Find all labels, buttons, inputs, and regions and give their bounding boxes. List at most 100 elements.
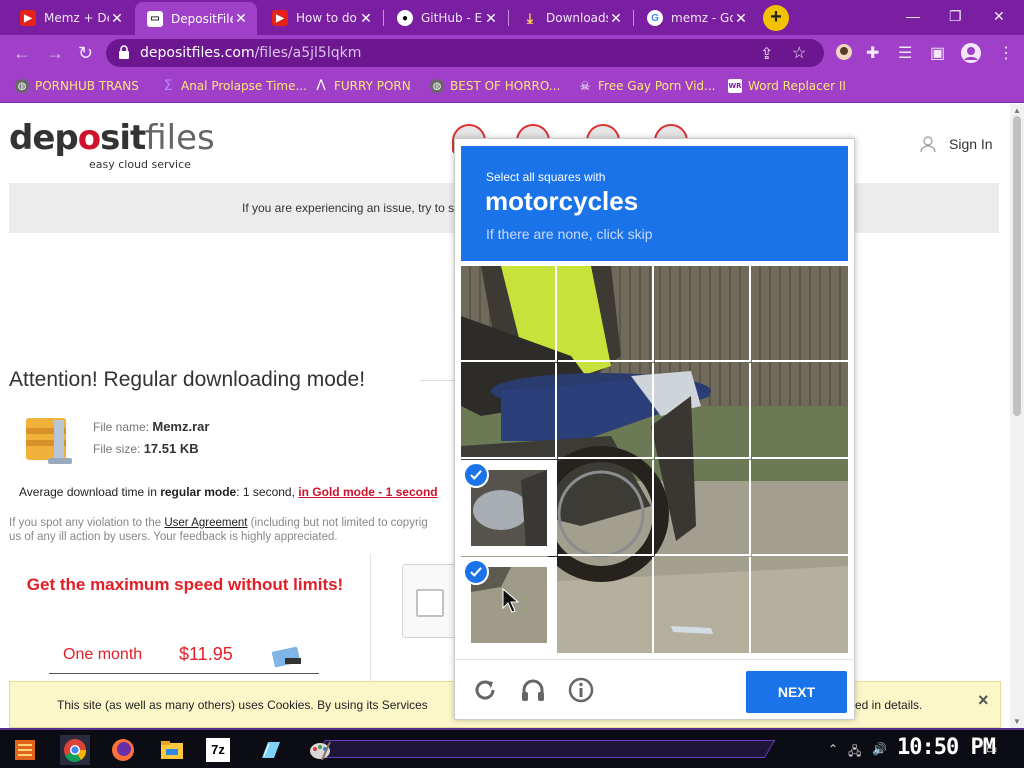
captcha-tile[interactable] [752, 363, 848, 459]
captcha-tile[interactable] [558, 460, 654, 556]
user-agreement-link[interactable]: User Agreement [164, 517, 247, 529]
chrome-icon[interactable] [60, 735, 90, 765]
close-tab-icon[interactable]: ✕ [483, 10, 499, 27]
tab-github[interactable]: ● GitHub - E ✕ [385, 4, 507, 32]
mouse-cursor-icon [502, 588, 520, 613]
scroll-down-icon[interactable]: ▼ [1013, 717, 1021, 726]
tab-google[interactable]: G memz - Go ✕ [635, 4, 757, 32]
tray-expand-icon[interactable]: ⌃ [828, 742, 838, 756]
captcha-tile-selected[interactable] [461, 460, 557, 556]
captcha-header: Select all squares with motorcycles If t… [461, 146, 848, 261]
bookmark-star-icon[interactable]: ☆ [792, 43, 806, 63]
tab-how-to[interactable]: ▶ How to do ✕ [260, 4, 382, 32]
tab-separator [383, 10, 384, 26]
new-tab-button[interactable]: + [763, 5, 789, 31]
bookmark-item[interactable]: ◍ PORNHUB TRANS [15, 79, 139, 93]
tab-downloads[interactable]: ⤓ Downloads ✕ [510, 4, 632, 32]
cookie-text-end: ed in details. [855, 698, 923, 712]
media-queue-icon[interactable]: ☰ [898, 43, 912, 63]
captcha-tile[interactable] [655, 460, 751, 556]
close-window-icon[interactable]: ✕ [993, 8, 1005, 25]
tab-separator [633, 10, 634, 26]
back-icon[interactable]: ← [13, 43, 31, 64]
captcha-tile[interactable] [752, 557, 848, 653]
close-tab-icon[interactable]: ✕ [109, 10, 125, 27]
captcha-tile[interactable] [558, 266, 654, 362]
profile-extension-icon[interactable] [835, 43, 853, 61]
extensions-puzzle-icon[interactable]: ✚ [866, 43, 879, 63]
scrollbar-thumb[interactable] [1013, 116, 1021, 416]
browser-menu-icon[interactable]: ⋮ [998, 43, 1014, 63]
bookmarks-bar: ◍ PORNHUB TRANS Σ Anal Prolapse Time... … [0, 71, 1024, 103]
tab-memz[interactable]: ▶ Memz + De ✕ [8, 4, 133, 32]
tab-depositfiles[interactable]: ▭ DepositFile ✕ [135, 2, 257, 35]
audio-icon[interactable] [519, 676, 547, 704]
close-tab-icon[interactable]: ✕ [608, 10, 624, 27]
logo-text: files [145, 118, 215, 158]
restore-icon[interactable]: ❐ [949, 8, 962, 25]
recaptcha-checkbox[interactable] [416, 589, 444, 617]
bookmark-label: FURRY PORN [334, 79, 411, 93]
side-panel-icon[interactable]: ▣ [930, 43, 945, 63]
bookmark-item[interactable]: ☠ Free Gay Porn Vid... [578, 79, 716, 93]
tab-title: Downloads [546, 11, 608, 25]
notifications-icon[interactable]: ▭ [986, 742, 997, 756]
address-bar[interactable]: depositfiles.com/files/a5jl5lqkm ⇪ ☆ [106, 39, 824, 67]
bookmark-label: BEST OF HORRO... [450, 79, 561, 93]
network-icon[interactable]: 🖧 [848, 742, 861, 763]
lock-icon [119, 45, 129, 59]
globe-icon: ◍ [15, 79, 29, 93]
checkmark-icon [463, 559, 489, 585]
reload-page-icon[interactable]: ↻ [78, 43, 93, 64]
gold-mode-link[interactable]: in Gold mode - 1 second [298, 485, 437, 499]
minimize-icon[interactable]: — [906, 8, 920, 24]
sigma-icon: Σ [163, 78, 173, 94]
captcha-tile[interactable] [752, 460, 848, 556]
taskbar-clock[interactable]: 10:50 PM [897, 735, 996, 760]
notepad-icon[interactable] [255, 735, 285, 765]
captcha-tile[interactable] [558, 557, 654, 653]
profile-avatar-icon[interactable] [960, 42, 982, 64]
youtube-icon: ▶ [272, 10, 288, 26]
page-scrollbar[interactable]: ▲ ▼ [1010, 104, 1024, 728]
paint-icon[interactable] [305, 735, 335, 765]
sign-in-link[interactable]: Sign In [920, 136, 993, 152]
depositfiles-logo[interactable]: depositfiles easy cloud service [9, 118, 215, 171]
captcha-tile[interactable] [461, 363, 557, 459]
bookmark-item[interactable]: Σ Anal Prolapse Time... [161, 78, 307, 94]
tab-title: Memz + De [44, 11, 109, 25]
tab-strip: ▶ Memz + De ✕ ▭ DepositFile ✕ ▶ How to d… [0, 0, 1024, 35]
close-tab-icon[interactable]: ✕ [233, 10, 249, 27]
captcha-next-button[interactable]: NEXT [746, 671, 847, 713]
captcha-tile[interactable] [558, 363, 654, 459]
captcha-tile[interactable] [655, 363, 751, 459]
captcha-tile[interactable] [655, 266, 751, 362]
bookmark-item[interactable]: WR Word Replacer II [728, 79, 846, 93]
cookie-text: This site (as well as many others) uses … [57, 698, 428, 712]
globe-icon: ◍ [430, 79, 444, 93]
share-icon[interactable]: ⇪ [760, 44, 773, 64]
close-tab-icon[interactable]: ✕ [358, 10, 374, 27]
reload-icon[interactable] [471, 676, 499, 704]
plan-row-one-month[interactable]: One month $11.95 [49, 640, 319, 674]
volume-icon[interactable]: 🔊 [872, 742, 887, 756]
7zip-label: 7z [206, 738, 230, 762]
captcha-tile[interactable] [655, 557, 751, 653]
info-icon[interactable] [567, 676, 595, 704]
bookmark-label: Anal Prolapse Time... [181, 79, 307, 93]
explorer-icon[interactable] [157, 735, 187, 765]
bookmark-item[interactable]: Λ FURRY PORN [314, 78, 411, 94]
scroll-up-icon[interactable]: ▲ [1013, 106, 1021, 115]
close-tab-icon[interactable]: ✕ [733, 10, 749, 27]
sign-in-label: Sign In [949, 136, 993, 152]
taskbar: 7z ⌃ 🖧 🔊 10:50 PM ▭ [0, 728, 1024, 768]
bookmark-item[interactable]: ◍ BEST OF HORRO... [430, 79, 560, 93]
captcha-tile[interactable] [752, 266, 848, 362]
plan-price: $11.95 [179, 644, 233, 664]
captcha-tile[interactable] [461, 266, 557, 362]
forward-icon[interactable]: → [46, 43, 64, 64]
start-icon[interactable] [10, 735, 40, 765]
firefox-icon[interactable] [108, 735, 138, 765]
cookie-close-icon[interactable]: × [978, 690, 989, 711]
7zip-icon[interactable]: 7z [203, 735, 233, 765]
